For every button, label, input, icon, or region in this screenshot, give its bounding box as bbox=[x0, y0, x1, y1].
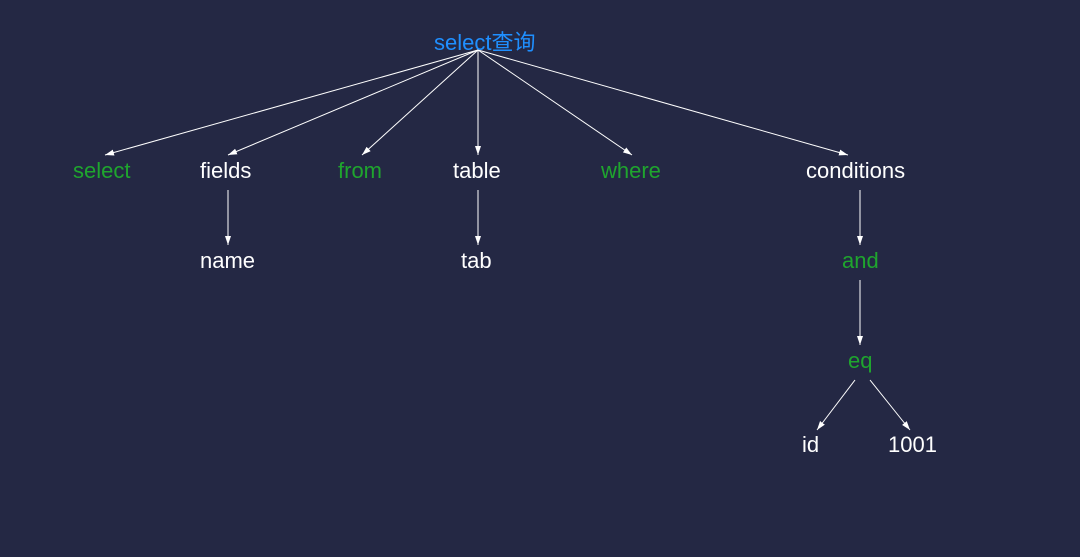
node-and: and bbox=[842, 248, 879, 274]
node-id: id bbox=[802, 432, 819, 458]
node-select: select bbox=[73, 158, 130, 184]
tree-edges bbox=[0, 0, 1080, 557]
node-root: select查询 bbox=[434, 25, 535, 57]
node-val: 1001 bbox=[888, 432, 937, 458]
node-name: name bbox=[200, 248, 255, 274]
node-from: from bbox=[338, 158, 382, 184]
node-tab: tab bbox=[461, 248, 492, 274]
node-table: table bbox=[453, 158, 501, 184]
node-eq: eq bbox=[848, 348, 872, 374]
node-conditions: conditions bbox=[806, 158, 905, 184]
node-fields: fields bbox=[200, 158, 251, 184]
node-where: where bbox=[601, 158, 661, 184]
